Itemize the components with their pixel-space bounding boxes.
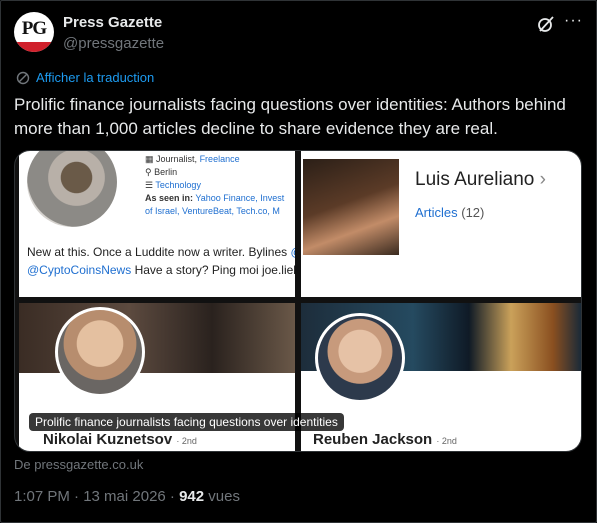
card-tile-luis: Luis Aureliano › Articles (12)	[301, 151, 581, 297]
grok-icon[interactable]	[536, 14, 556, 34]
tweet-timestamp[interactable]: 1:07 PM · 13 mai 2026 ·	[14, 488, 175, 505]
meta-seen-outlets-2: of Israel, VentureBeat, Tech.co, M	[145, 206, 280, 216]
translate-label[interactable]: Afficher la traduction	[36, 70, 154, 85]
views-label: vues	[208, 488, 240, 505]
account-handle[interactable]: @pressgazette	[63, 35, 164, 52]
profile-photo	[55, 307, 145, 397]
avatar-stripe	[14, 42, 54, 52]
card-caption: Prolific finance journalists facing ques…	[29, 413, 344, 431]
meta-seen-label: As seen in:	[145, 193, 194, 203]
profile-name: Reuben Jackson · 2nd	[313, 431, 457, 448]
views-count: 942	[179, 488, 205, 505]
link-source[interactable]: De pressgazette.co.uk	[14, 457, 143, 472]
profile-name: Nikolai Kuznetsov · 2nd	[43, 431, 197, 448]
profile-photo	[303, 159, 399, 255]
bio-line2: Have a story? Ping moi joe.lieb	[134, 263, 295, 277]
card-tile-joe: ▦ Journalist, Freelance ⚲ Berlin ☰ Techn…	[19, 151, 295, 297]
meta-role: Journalist,	[156, 154, 198, 164]
profile-meta: ▦ Journalist, Freelance ⚲ Berlin ☰ Techn…	[145, 154, 285, 216]
bio-line1-link: @	[290, 245, 295, 259]
tweet-text: Prolific finance journalists facing ques…	[14, 95, 566, 138]
meta-topic: Technology	[155, 180, 201, 190]
profile-photo	[27, 151, 117, 227]
meta-seen-outlets-1: Yahoo Finance, Invest	[195, 193, 285, 203]
tweet-footer: 1:07 PM · 13 mai 2026 · 942 vues	[14, 488, 240, 505]
bio-line1: New at this. Once a Luddite now a writer…	[27, 245, 288, 259]
tweet-header: PG Press Gazette @pressgazette ···	[14, 10, 584, 54]
meta-location: Berlin	[154, 167, 178, 177]
profile-bio: New at this. Once a Luddite now a writer…	[27, 243, 295, 279]
profile-articles: Articles (12)	[415, 205, 485, 220]
account-name[interactable]: Press Gazette	[63, 14, 162, 31]
chevron-right-icon: ›	[539, 169, 546, 190]
meta-role-link: Freelance	[199, 154, 240, 164]
avatar-logo: PG	[21, 18, 47, 39]
bio-line2-link: @CyptoCoinsNews	[27, 263, 132, 277]
profile-name: Luis Aureliano ›	[415, 169, 546, 190]
more-options-button[interactable]: ···	[564, 12, 583, 30]
avatar[interactable]: PG	[14, 12, 54, 52]
link-card[interactable]: ▦ Journalist, Freelance ⚲ Berlin ☰ Techn…	[14, 150, 582, 452]
profile-photo	[315, 313, 405, 403]
translate-icon	[16, 71, 30, 85]
